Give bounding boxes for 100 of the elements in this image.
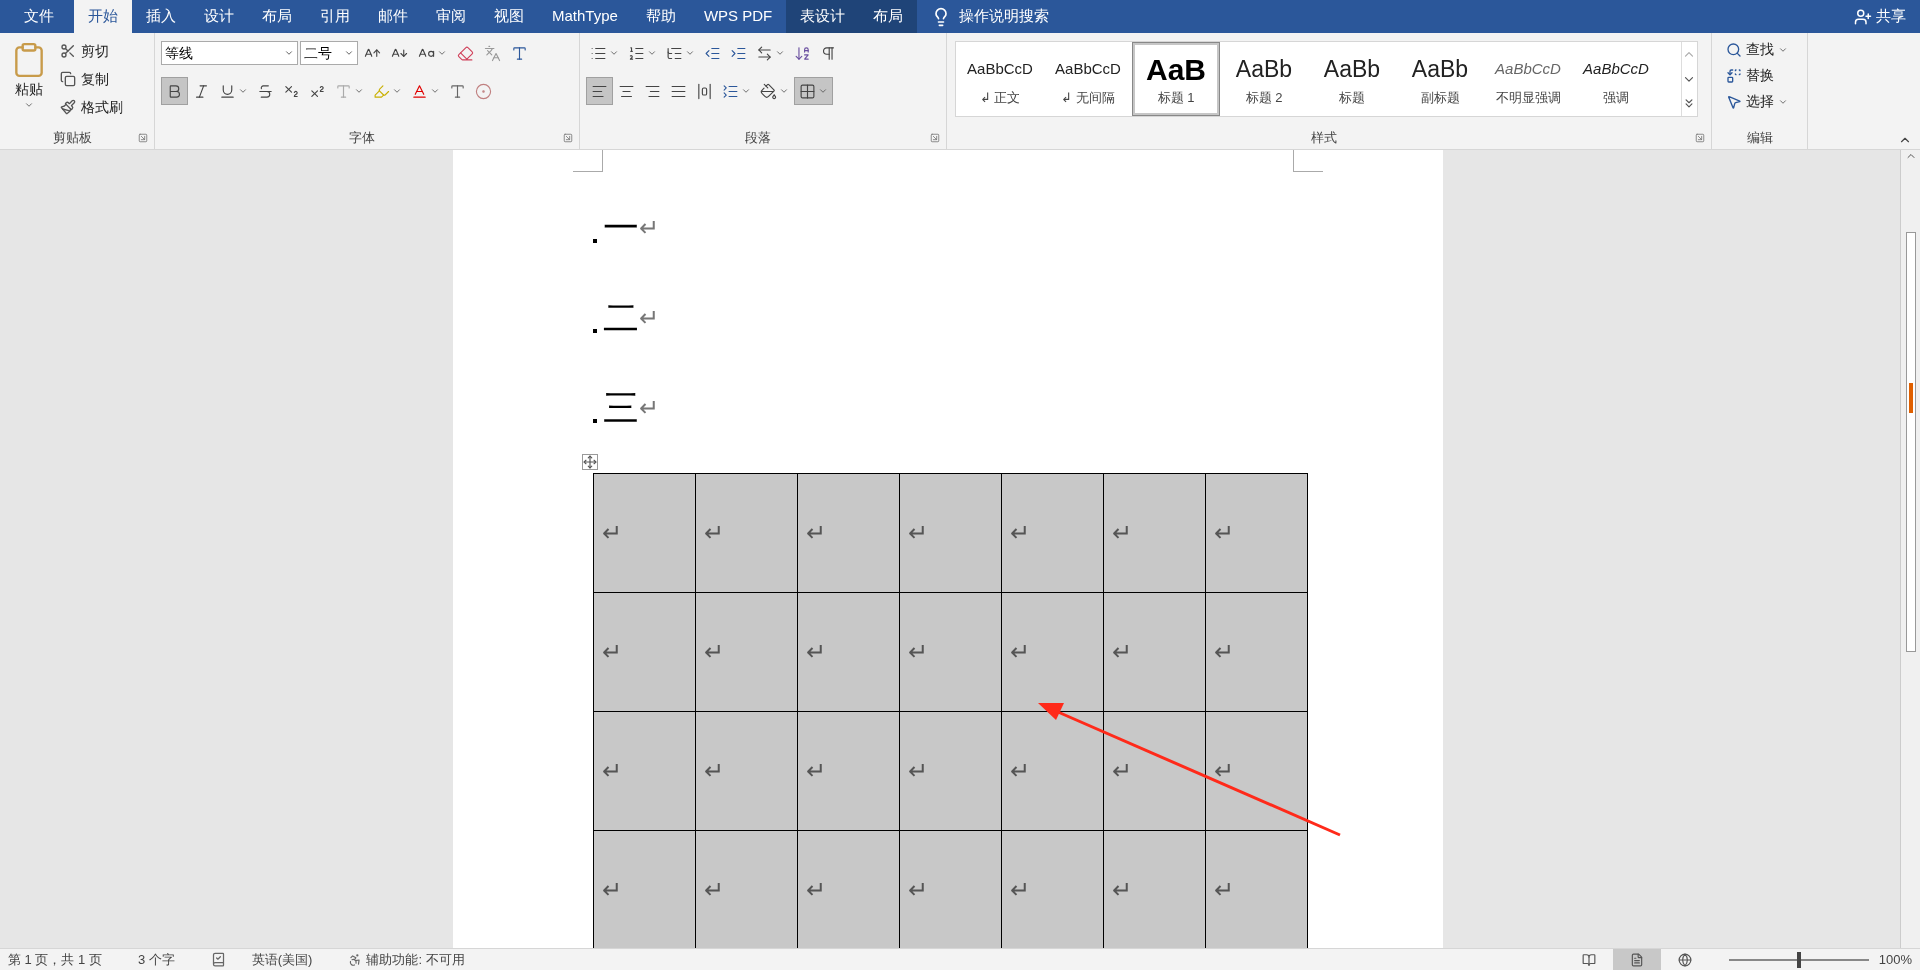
- status-item[interactable]: 第 1 页，共 1 页: [8, 949, 102, 970]
- style-item[interactable]: AaBbCcD ↲ 无间隔: [1044, 42, 1132, 116]
- ribbon-tab[interactable]: MathType: [538, 0, 632, 33]
- chinese-layout-icon: [756, 44, 773, 62]
- group-label: 剪贴板: [52, 129, 92, 148]
- text-effects-icon: [335, 82, 352, 100]
- table-cell: ↵: [1002, 474, 1104, 593]
- paragraph-mark: ↵: [639, 393, 659, 423]
- ribbon-tab[interactable]: 表设计: [786, 0, 860, 33]
- sort-icon: [794, 44, 811, 62]
- editing-action[interactable]: 选择: [1726, 89, 1807, 114]
- dialog-launcher-icon[interactable]: [930, 133, 940, 143]
- table-cell: ↵: [1206, 831, 1308, 948]
- alignment-button[interactable]: [586, 77, 613, 105]
- tell-me-search[interactable]: 操作说明搜索: [959, 5, 1050, 28]
- character-shading-icon: [449, 82, 466, 100]
- style-item[interactable]: AaBb 标题 2: [1220, 42, 1308, 116]
- style-item[interactable]: AaBb 标题: [1308, 42, 1396, 116]
- table-cell: ↵: [594, 474, 696, 593]
- book-icon: [1581, 952, 1596, 967]
- ribbon-tab[interactable]: 视图: [480, 0, 538, 33]
- zoom-slider-thumb[interactable]: [1796, 951, 1801, 968]
- caret-icon: [238, 86, 248, 96]
- zoom-slider[interactable]: [1728, 951, 1869, 968]
- clipboard-action[interactable]: 剪切: [60, 39, 123, 63]
- table-cell: ↵: [594, 593, 696, 712]
- zoom-level[interactable]: 100%: [1878, 949, 1912, 970]
- table-move-handle-icon[interactable]: [582, 454, 598, 470]
- style-item[interactable]: AaBbCcD 强调: [1572, 42, 1660, 116]
- book-check-icon[interactable]: [210, 952, 226, 967]
- table-cell: ↵: [1206, 474, 1308, 593]
- ribbon-tab[interactable]: 帮助: [631, 0, 690, 33]
- ribbon-tab[interactable]: 引用: [306, 0, 364, 33]
- style-item[interactable]: AaBbCcD 不明显强调: [1484, 42, 1572, 116]
- copy-icon: [60, 71, 76, 87]
- scrollbar-thumb[interactable]: [1905, 232, 1916, 652]
- table-cell: ↵: [1104, 712, 1206, 831]
- crop-mark: [573, 150, 603, 172]
- caret-icon: [685, 48, 695, 58]
- ribbon-tab[interactable]: 插入: [132, 0, 190, 33]
- caret-icon: [741, 86, 751, 96]
- numbering-icon: [628, 44, 645, 62]
- status-item[interactable]: 辅助功能: 不可用: [348, 949, 465, 970]
- style-item[interactable]: AaBbCcD ↲ 正文: [956, 42, 1044, 116]
- eraser-icon: [457, 44, 474, 62]
- caret-icon: [430, 86, 440, 96]
- ribbon-tab[interactable]: 布局: [859, 0, 918, 33]
- table-cell: ↵: [1104, 474, 1206, 593]
- font-name-field[interactable]: 等线: [161, 41, 298, 65]
- painter-icon: [60, 99, 76, 115]
- table-cell: ↵: [798, 831, 900, 948]
- style-item[interactable]: AaB 标题 1: [1132, 42, 1220, 116]
- editing-action[interactable]: 查找: [1726, 37, 1807, 62]
- caret-icon: [818, 86, 828, 96]
- borders-button[interactable]: [794, 77, 833, 105]
- character-border-icon: [511, 44, 528, 62]
- ribbon-tab[interactable]: 开始: [74, 0, 132, 33]
- dialog-launcher-icon[interactable]: [138, 133, 148, 143]
- table-cell: ↵: [696, 712, 798, 831]
- caret-icon: [354, 86, 364, 96]
- dialog-launcher-icon[interactable]: [563, 133, 573, 143]
- caret-icon: [344, 48, 354, 58]
- table-cell: ↵: [900, 474, 1002, 593]
- pointer-icon: [1726, 93, 1742, 110]
- ribbon-tab[interactable]: 文件: [10, 0, 68, 33]
- ribbon-tab[interactable]: WPS PDF: [689, 0, 787, 33]
- paste-button[interactable]: 粘贴: [6, 39, 52, 119]
- status-item[interactable]: 3 个字: [137, 949, 175, 970]
- caret-icon: [609, 48, 619, 58]
- caret-icon: [647, 48, 657, 58]
- style-item[interactable]: AaBb 副标题: [1396, 42, 1484, 116]
- ribbon-tab[interactable]: 审阅: [422, 0, 480, 33]
- group-label: 字体: [349, 129, 375, 148]
- caret-icon: [284, 48, 294, 58]
- table-cell: ↵: [1206, 593, 1308, 712]
- position-marker: [1908, 383, 1913, 413]
- italic-icon: [193, 82, 210, 100]
- table-cell: ↵: [696, 593, 798, 712]
- globe-icon: [1677, 952, 1692, 967]
- status-item[interactable]: 英语(美国): [251, 949, 313, 970]
- highlighter-icon: [373, 82, 390, 100]
- paragraph-mark: ↵: [639, 303, 659, 333]
- replace-icon: [1726, 67, 1742, 84]
- view-button[interactable]: [1612, 948, 1661, 970]
- bold-button[interactable]: [161, 77, 188, 105]
- show-marks-icon: [820, 44, 837, 62]
- font-size-field[interactable]: 二号: [300, 41, 358, 65]
- clipboard-action[interactable]: 格式刷: [60, 95, 123, 119]
- dialog-launcher-icon[interactable]: [1695, 133, 1705, 143]
- vertical-scrollbar[interactable]: [1900, 150, 1920, 948]
- search-icon: [1726, 41, 1742, 58]
- ribbon-tab[interactable]: 设计: [190, 0, 248, 33]
- ribbon-tab[interactable]: 布局: [248, 0, 306, 33]
- cut-icon: [60, 43, 76, 59]
- editing-action[interactable]: 替换: [1726, 63, 1807, 88]
- ribbon-tab[interactable]: 邮件: [364, 0, 422, 33]
- heading-text: 三: [603, 386, 639, 430]
- clipboard-action[interactable]: 复制: [60, 67, 123, 91]
- accessibility-icon: [348, 952, 363, 967]
- share-button[interactable]: 共享: [1840, 0, 1920, 33]
